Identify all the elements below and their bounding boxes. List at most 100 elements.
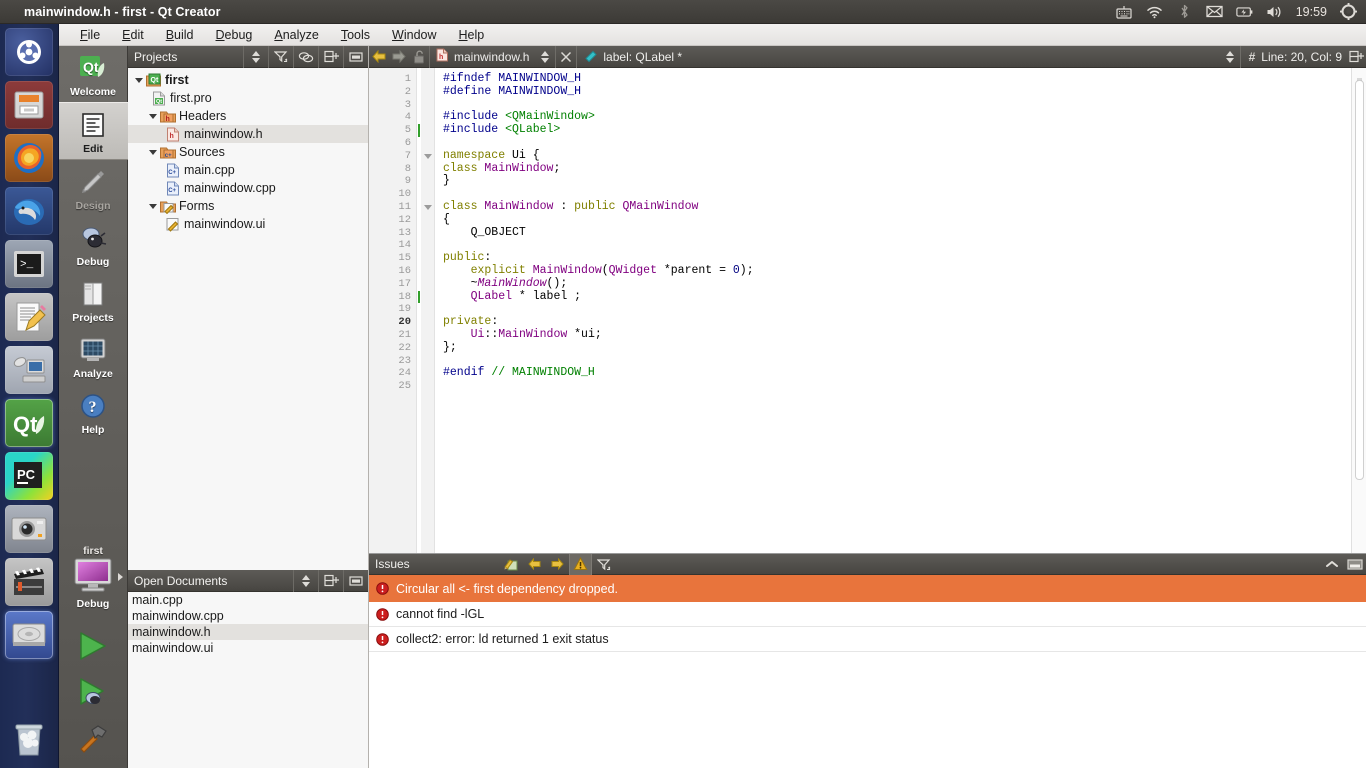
code-token: private [443,315,492,329]
menu-debug[interactable]: Debug [205,26,264,44]
fold-marker[interactable] [421,201,434,214]
open-document-item[interactable]: mainwindow.h [128,624,368,640]
mode-help[interactable]: ? Help [59,384,128,440]
launcher-pycharm-icon[interactable]: PC [5,452,53,500]
warning-filter-icon[interactable] [569,553,592,575]
keyboard-icon[interactable] [1116,3,1133,20]
mode-edit[interactable]: Edit [58,102,128,160]
issue-row[interactable]: Circular all <- first dependency dropped… [369,575,1366,602]
code-text-area[interactable]: #ifndef MAINWINDOW_H #define MAINWINDOW_H… [435,68,1366,553]
tree-item-headers[interactable]: h Headers [128,107,368,125]
fold-marker[interactable] [421,150,434,163]
filter-icon[interactable] [268,45,293,68]
launcher-remote-desktop-icon[interactable] [5,346,53,394]
launcher-text-editor-icon[interactable] [5,293,53,341]
file-combo-spinner[interactable] [535,46,555,68]
menu-tools[interactable]: Tools [330,26,381,44]
expander-down-icon[interactable] [146,113,159,119]
symbol-combo-spinner[interactable] [1220,46,1240,68]
menu-edit[interactable]: Edit [111,26,155,44]
tree-item-sources[interactable]: c+ Sources [128,143,368,161]
tree-item-mainwindow-h[interactable]: h mainwindow.h [128,125,368,143]
tree-item-mainwindow-ui[interactable]: mainwindow.ui [128,215,368,233]
code-token: ~ [443,276,478,290]
open-documents-spinner[interactable] [293,569,318,592]
arrow-left-icon[interactable] [369,46,389,68]
clock[interactable]: 19:59 [1296,5,1327,19]
launcher-ubuntu-dash-icon[interactable] [5,28,53,76]
filter-icon[interactable] [592,554,615,575]
open-documents-list[interactable]: main.cpp mainwindow.cpp mainwindow.h mai… [128,592,368,768]
code-folding-column[interactable] [421,68,435,553]
wifi-icon[interactable] [1146,3,1163,20]
next-issue-icon[interactable] [546,554,569,575]
tree-item-mainwindow-cpp[interactable]: C+ mainwindow.cpp [128,179,368,197]
chevron-up-icon[interactable] [1320,554,1343,575]
menu-help[interactable]: Help [448,26,496,44]
editor-vertical-scrollbar[interactable] [1351,68,1366,553]
projects-sort-spinner[interactable] [243,45,268,68]
tree-item-first[interactable]: Qt first [128,71,368,89]
launcher-video-editor-icon[interactable] [5,558,53,606]
clear-icon[interactable] [500,554,523,575]
arrow-right-icon[interactable] [389,46,409,68]
expander-down-icon[interactable] [146,203,159,209]
issue-row[interactable]: cannot find -lGL [369,602,1366,627]
minimize-icon[interactable] [343,569,368,592]
mode-debug[interactable]: Debug [59,216,128,272]
launcher-trash-icon[interactable] [5,714,53,762]
kit-expand-arrow-icon[interactable] [117,573,123,581]
split-add-icon[interactable] [1346,46,1366,68]
issue-row[interactable]: collect2: error: ld returned 1 exit stat… [369,627,1366,652]
menu-file[interactable]: File [69,26,111,44]
launcher-qt-creator-icon[interactable]: Qt [5,399,53,447]
launcher-disk-utility-icon[interactable] [5,611,53,659]
menu-window[interactable]: Window [381,26,447,44]
editor-symbol-selector[interactable]: label: QLabel * [577,49,688,65]
minimize-icon[interactable] [343,45,368,68]
editor-current-file[interactable]: h mainwindow.h [430,48,535,65]
launcher-files-icon[interactable] [5,81,53,129]
scrollbar-thumb[interactable] [1355,80,1364,480]
prev-issue-icon[interactable] [523,554,546,575]
open-document-item[interactable]: mainwindow.ui [128,640,368,656]
kit-target-row[interactable] [59,557,128,598]
run-button[interactable] [59,624,128,670]
tree-item-main-cpp[interactable]: C+ main.cpp [128,161,368,179]
bluetooth-icon[interactable] [1176,3,1193,20]
tree-item-first-pro[interactable]: Qt first.pro [128,89,368,107]
launcher-thunderbird-icon[interactable] [5,187,53,235]
gear-icon[interactable] [1340,3,1357,20]
open-document-item[interactable]: mainwindow.cpp [128,608,368,624]
menu-build[interactable]: Build [155,26,205,44]
minimize-icon[interactable] [1343,554,1366,575]
mode-projects[interactable]: Projects [59,272,128,328]
split-add-icon[interactable] [318,569,343,592]
issues-list[interactable]: Circular all <- first dependency dropped… [369,575,1366,768]
code-editor[interactable]: 1 2 3 4 5 6 7 8 9 10 11 12 13 14 15 16 17 18 19 20 21 22 23 24 2… [369,68,1366,553]
battery-icon[interactable] [1236,3,1253,20]
split-add-icon[interactable] [318,45,343,68]
expander-down-icon[interactable] [132,77,145,83]
launcher-terminal-icon[interactable]: >_ [5,240,53,288]
open-document-item[interactable]: main.cpp [128,592,368,608]
volume-icon[interactable] [1266,3,1283,20]
mail-icon[interactable] [1206,3,1223,20]
kit-selector[interactable]: first Debug [59,545,128,768]
fold-down-icon[interactable] [423,153,432,159]
fold-down-icon[interactable] [423,204,432,210]
close-icon[interactable] [556,46,576,68]
cursor-position[interactable]: # Line: 20, Col: 9 [1241,50,1346,64]
sync-link-icon[interactable] [293,45,318,68]
build-button[interactable] [59,716,128,762]
tree-item-forms[interactable]: Forms [128,197,368,215]
launcher-camera-icon[interactable] [5,505,53,553]
mode-analyze[interactable]: Analyze [59,328,128,384]
start-debugging-button[interactable] [59,670,128,716]
unlocked-icon[interactable] [409,46,429,68]
menu-analyze[interactable]: Analyze [263,26,329,44]
expander-down-icon[interactable] [146,149,159,155]
launcher-firefox-icon[interactable] [5,134,53,182]
mode-welcome[interactable]: Qt Welcome [59,46,128,102]
project-tree[interactable]: Qt first Qt first.pro h Headers h mainwi… [128,68,368,570]
